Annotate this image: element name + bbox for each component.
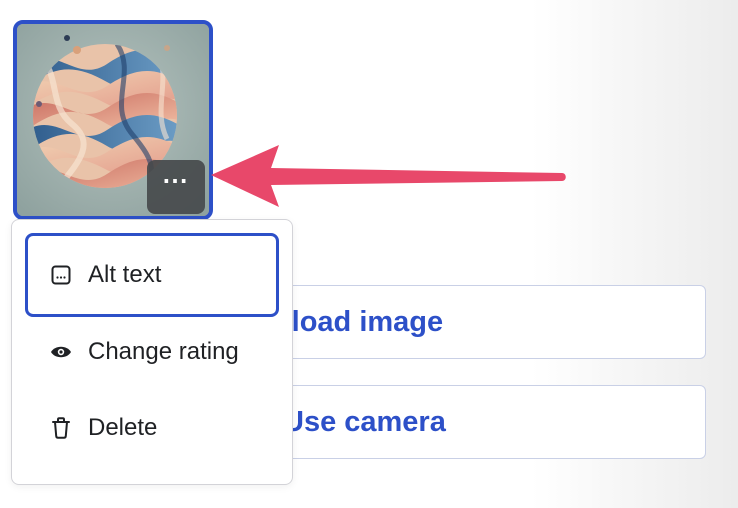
ellipsis-icon: ⋯: [162, 165, 190, 195]
arrow-left-icon: [211, 145, 566, 207]
upload-image-button[interactable]: Upload image: [282, 285, 706, 359]
use-camera-label: Use camera: [283, 406, 446, 438]
menu-item-delete[interactable]: Delete: [25, 386, 279, 470]
menu-item-change-rating[interactable]: Change rating: [25, 310, 279, 394]
context-menu: Alt text Change rating Delete: [11, 219, 293, 485]
menu-item-label: Alt text: [88, 261, 162, 288]
alt-text-icon: [50, 264, 72, 286]
menu-item-label: Delete: [88, 414, 158, 441]
upload-image-label: Upload image: [283, 306, 444, 338]
menu-item-label: Change rating: [88, 338, 239, 365]
eye-icon: [50, 341, 72, 363]
image-thumbnail[interactable]: ⋯: [13, 20, 213, 220]
more-options-button[interactable]: ⋯: [147, 160, 205, 214]
use-camera-button[interactable]: Use camera: [282, 385, 706, 459]
trash-icon: [50, 417, 72, 439]
menu-item-alt-text[interactable]: Alt text: [25, 233, 279, 317]
